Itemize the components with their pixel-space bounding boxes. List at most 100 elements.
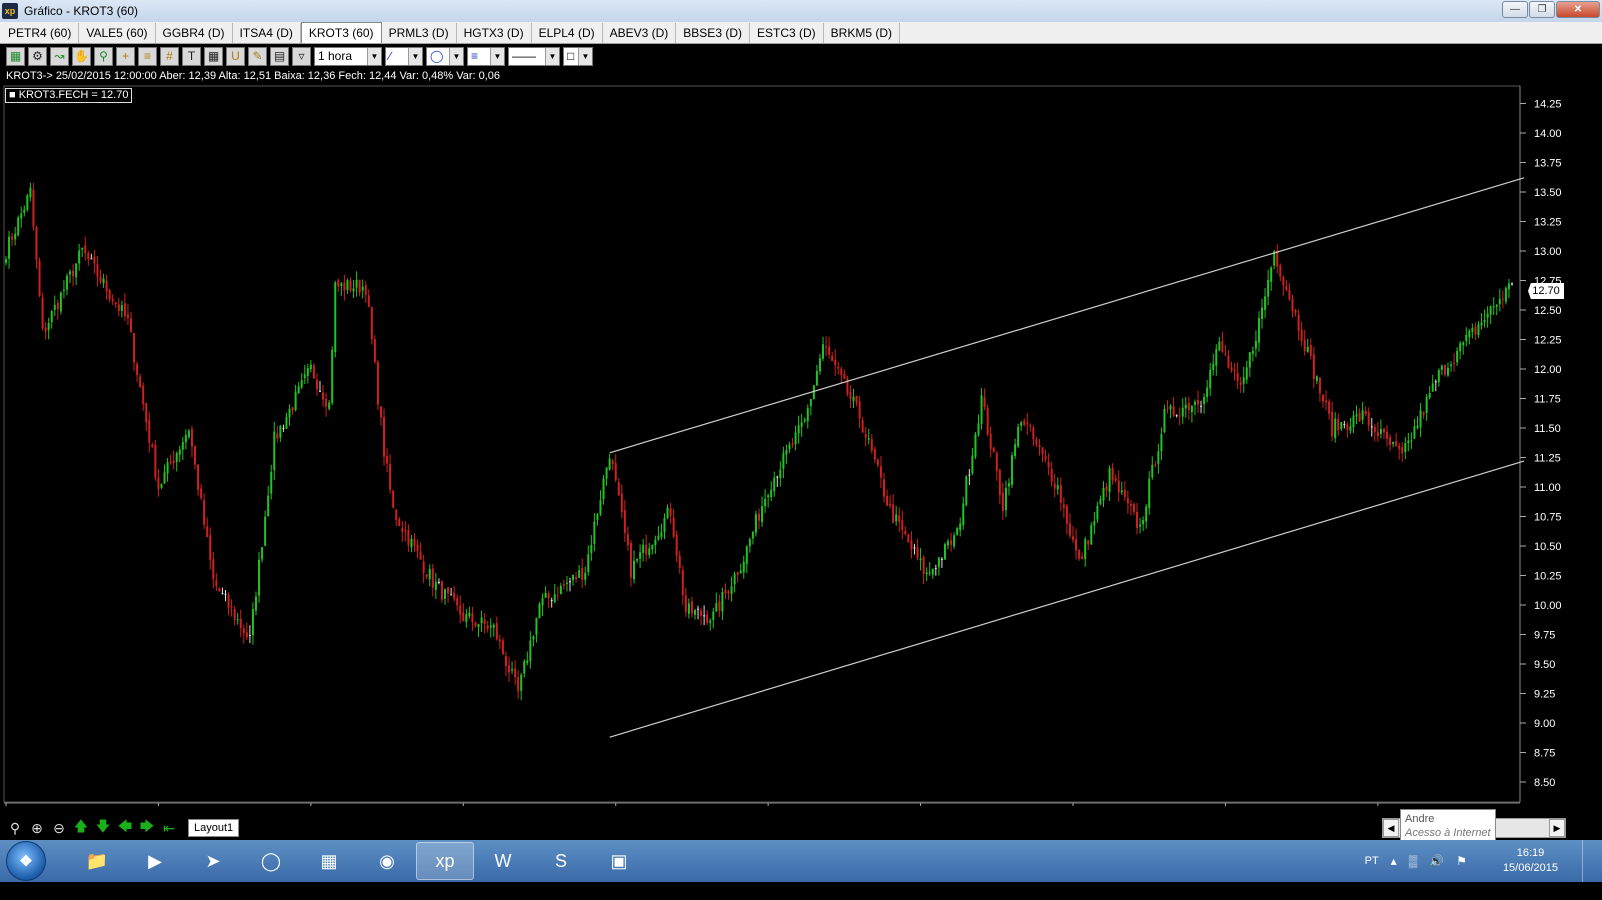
candle-body <box>75 263 78 278</box>
candle-body <box>1300 329 1303 341</box>
folder-icon[interactable]: 📁 <box>68 842 126 880</box>
language-indicator[interactable]: PT <box>1365 855 1379 867</box>
y-tick-label: 13.00 <box>1534 246 1562 258</box>
arrow-right-icon[interactable]: 🡆 <box>138 818 156 837</box>
candle-body <box>261 547 264 560</box>
tab-vale5[interactable]: VALE5 (60) <box>79 23 156 43</box>
candle-body <box>1099 499 1102 505</box>
tab-hgtx3[interactable]: HGTX3 (D) <box>457 23 532 43</box>
hp-icon[interactable]: ◯ <box>242 842 300 880</box>
candle-body <box>169 461 172 464</box>
candle-body <box>224 593 227 595</box>
flag-icon[interactable]: ⚑ <box>1456 854 1467 868</box>
go-to-start-icon[interactable]: ⇤ <box>160 819 178 837</box>
tab-petr4[interactable]: PETR4 (60) <box>1 23 80 43</box>
candle-body <box>523 661 526 674</box>
candle-body <box>1431 383 1434 392</box>
candle-body <box>913 547 916 549</box>
crosshair-icon[interactable]: + <box>116 46 135 66</box>
tab-itsa4[interactable]: ITSA4 (D) <box>233 23 301 43</box>
media-player-icon[interactable]: ▶ <box>126 842 184 880</box>
tab-elpl4[interactable]: ELPL4 (D) <box>532 23 603 43</box>
zoom-in-icon[interactable]: ⊕ <box>28 819 46 837</box>
clipboard-icon[interactable]: ▤ <box>270 46 289 66</box>
show-desktop-button[interactable] <box>1582 840 1596 882</box>
candle-body <box>230 606 233 608</box>
candle-body <box>459 605 462 615</box>
photo-viewer-icon[interactable]: ▣ <box>590 842 648 880</box>
calculator-icon[interactable]: ▦ <box>204 46 223 66</box>
candle-body <box>1306 346 1309 352</box>
candle-body <box>306 368 309 377</box>
zoom-icon[interactable]: ⚲ <box>6 819 24 837</box>
color-select[interactable]: □ ▼ <box>563 46 593 66</box>
candle-body <box>172 461 175 464</box>
candle-body <box>1011 455 1014 485</box>
price-chart[interactable]: 14.2514.0013.7513.5013.2513.0012.7512.50… <box>0 84 1566 806</box>
tab-estc3[interactable]: ESTC3 (D) <box>750 23 824 43</box>
interval-select[interactable]: 1 hora ▼ <box>314 46 382 66</box>
skype-icon[interactable]: S <box>532 842 590 880</box>
close-button[interactable]: ✕ <box>1556 1 1600 18</box>
restore-button[interactable]: ❐ <box>1529 1 1555 18</box>
candle-body <box>1410 440 1413 442</box>
candle-body <box>498 639 501 642</box>
tab-ggbr4[interactable]: GGBR4 (D) <box>156 23 233 43</box>
xp-taskbar-icon[interactable]: xp <box>416 842 474 880</box>
tab-brkm5[interactable]: BRKM5 (D) <box>824 23 900 43</box>
tray-expand-icon[interactable]: ▴ <box>1391 854 1397 868</box>
arrow-up-icon[interactable]: 🡅 <box>72 818 90 837</box>
candle-body <box>855 395 858 403</box>
layout-tab[interactable]: Layout1 <box>188 819 240 837</box>
candle-body <box>1282 276 1285 286</box>
security-app-icon[interactable]: ▦ <box>300 842 358 880</box>
arrow-left-icon[interactable]: 🡄 <box>116 818 134 837</box>
horizontal-lines-icon[interactable]: ≡ <box>138 46 157 66</box>
candle-body <box>907 534 910 543</box>
candle-body <box>1090 525 1093 545</box>
gear-icon[interactable]: ⚙ <box>28 46 47 66</box>
shape-tool-select[interactable]: ◯ ▼ <box>426 46 464 66</box>
candle-body <box>1233 369 1236 372</box>
indicator-icon[interactable]: ↝ <box>50 46 69 66</box>
zoom-area-icon[interactable]: ⚲ <box>94 46 113 66</box>
scroll-right-icon[interactable]: ▶ <box>1549 819 1565 837</box>
text-tool-icon[interactable]: T <box>182 46 201 66</box>
clock[interactable]: 16:19 15/06/2015 <box>1503 846 1558 876</box>
minimize-button[interactable]: — <box>1502 1 1528 18</box>
line-tool-select[interactable]: ∕ ▼ <box>385 46 423 66</box>
zoom-out-icon[interactable]: ⊖ <box>50 819 68 837</box>
arrow-down-icon[interactable]: 🡇 <box>94 818 112 837</box>
network-app-icon[interactable]: ➤ <box>184 842 242 880</box>
filter-icon[interactable]: ▿ <box>292 46 311 66</box>
candle-body <box>526 660 529 663</box>
candle-body <box>690 601 693 614</box>
candle-body <box>474 622 477 626</box>
candle-body <box>1355 414 1358 417</box>
candle-body <box>398 519 401 527</box>
volume-icon[interactable]: 🔊 <box>1429 854 1444 868</box>
candle-body <box>1224 354 1227 356</box>
line-style-select[interactable]: —— ▼ <box>508 46 560 66</box>
magnet-icon[interactable]: U <box>226 46 245 66</box>
candle-body <box>611 460 614 464</box>
word-icon[interactable]: W <box>474 842 532 880</box>
chart-type-icon[interactable]: ▦ <box>6 46 25 66</box>
candle-body <box>1331 411 1334 437</box>
windows-start-icon[interactable]: ❖ <box>6 841 46 881</box>
tab-abev3[interactable]: ABEV3 (D) <box>603 23 677 43</box>
y-tick-label: 13.50 <box>1534 187 1562 199</box>
x-tick-label: Mar 19 17:00 <box>618 805 683 806</box>
candle-body <box>471 613 474 623</box>
hand-icon[interactable]: ✋ <box>72 46 91 66</box>
tab-prml3[interactable]: PRML3 (D) <box>382 23 457 43</box>
candle-body <box>23 209 26 213</box>
tab-bbse3[interactable]: BBSE3 (D) <box>676 23 750 43</box>
grid-lines-icon[interactable]: # <box>160 46 179 66</box>
scroll-left-icon[interactable]: ◀ <box>1383 819 1399 837</box>
chrome-icon[interactable]: ◉ <box>358 842 416 880</box>
eraser-icon[interactable]: ✎ <box>248 46 267 66</box>
signal-icon[interactable]: ▒ <box>1409 854 1418 868</box>
fibonacci-select[interactable]: ≡ ▼ <box>467 46 505 66</box>
tab-krot3[interactable]: KROT3 (60) <box>300 22 382 43</box>
